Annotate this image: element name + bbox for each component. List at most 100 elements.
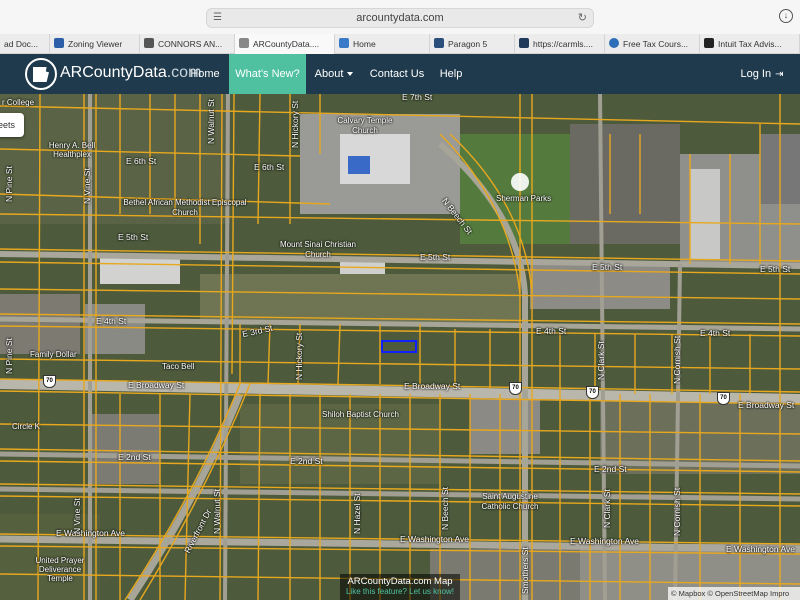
map-attribution[interactable]: © Mapbox © OpenStreetMap Impro [668,587,800,600]
place-label: Bethel African Methodist Episcopal Churc… [123,198,247,217]
route-70-shield-icon: 70 [43,375,56,388]
site-navbar: ARCountyData.com Home What's New? About … [0,54,800,94]
street-label: N Vine St [82,168,92,204]
street-label: E Washington Ave [56,528,125,538]
nav-about[interactable]: About [306,54,362,94]
street-label: N Hazel St [352,493,362,534]
street-label: N Hickory St [290,100,300,148]
street-label: E 5th St [760,264,791,274]
reload-icon[interactable]: ↻ [578,12,587,24]
place-label: Circle K [12,422,41,431]
tab-7[interactable]: Free Tax Cours... [605,34,700,54]
tab-label: ARCountyData.... [253,39,320,49]
place-label: United Prayer Deliverance Temple [35,556,85,583]
street-label: N Cornish St [672,335,682,384]
street-label: E Washington Ave [570,536,639,546]
login-label: Log In [740,68,772,80]
nav-label: Help [439,68,463,80]
place-label: Saint Augustine Catholic Church [481,492,539,511]
street-label: E 5th St [118,232,149,242]
chevron-down-icon [347,72,354,76]
nav-home[interactable]: Home [181,54,229,94]
feedback-link[interactable]: Like this feature? Let us know! [340,587,460,596]
street-label: E Washington Ave [400,534,469,544]
paragon-icon [434,38,444,48]
nav-label: Contact Us [369,68,425,80]
nav-whats-new[interactable]: What's New? [229,54,306,94]
address-url: arcountydata.com [356,12,444,24]
tab-6[interactable]: https://carmls.... [515,34,605,54]
home-tab-icon [339,38,349,48]
street-label: E 4th St [96,316,127,326]
route-70-shield-icon: 70 [586,386,599,399]
street-label: E 2nd St [594,464,627,474]
tab-label: CONNORS AN... [158,39,223,49]
parcel-map[interactable]: r College Henry A. Bell Healthplex Calva… [0,94,800,600]
street-label: E 2nd St [290,456,323,466]
street-label: N Beech St [440,487,450,530]
street-label: E Broadway St [738,400,795,410]
arcountydata-icon [239,38,249,48]
street-label: E 4th St [700,328,731,338]
connors-icon [144,38,154,48]
nav-contact[interactable]: Contact Us [362,54,432,94]
tab-label: Intuit Tax Advis... [718,39,782,49]
street-label: E 5th St [420,252,451,262]
street-label: E 5th St [592,262,623,272]
route-70-shield-icon: 70 [509,382,522,395]
place-label: r College [2,98,35,107]
street-label: E 7th St [402,94,433,102]
tab-label: Paragon 5 [448,39,488,49]
globe-icon [609,38,619,48]
route-70-shield-icon: 70 [717,392,730,405]
tab-label: Home [353,39,376,49]
nav-label: Home [190,68,220,80]
logo-part: Data [132,64,167,81]
login-icon: ⇥ [775,69,784,80]
zoning-viewer-icon [54,38,64,48]
tab-3[interactable]: ARCountyData.... [235,34,335,54]
selected-parcel-outline[interactable] [381,340,417,353]
login-button[interactable]: Log In ⇥ [732,54,792,94]
tab-2[interactable]: CONNORS AN... [140,34,235,54]
street-label: E Broadway St [404,381,461,391]
place-label: Sherman Parks [496,194,552,203]
place-label: Mount Sinai Christian Church [279,240,357,259]
map-footer-title: ARCountyData.com Map [347,576,453,587]
tab-label: Zoning Viewer [68,39,123,49]
street-label: N Pine St [4,166,14,202]
place-label: Taco Bell [162,362,195,371]
streets-layer-button[interactable]: eets [0,113,24,137]
street-label: Smothers St [520,547,530,594]
place-label: Shiloh Baptist Church [322,410,399,419]
arkansas-logo-icon[interactable] [25,58,57,90]
place-label: Henry A. Bell Healthplex [48,141,96,159]
map-footer: ARCountyData.com Map Like this feature? … [340,574,460,600]
tab-4[interactable]: Home [335,34,430,54]
street-label: E 6th St [126,156,157,166]
intuit-icon [704,38,714,48]
street-label: E Washington Ave [726,544,795,554]
tab-0[interactable]: ad Doc... [0,34,50,54]
tab-8[interactable]: Intuit Tax Advis... [700,34,800,54]
street-label: N Vine St [72,498,82,534]
tab-1[interactable]: Zoning Viewer [50,34,140,54]
tab-label: https://carmls.... [533,39,593,49]
address-bar[interactable]: ☰ arcountydata.com ↻ [206,8,594,28]
browser-toolbar: ☰ arcountydata.com ↻ ↓ [0,0,800,34]
street-label: E 6th St [254,162,285,172]
street-label: N Hickory St [294,332,304,380]
street-label: N Cornish St [672,487,682,536]
street-label: E 2nd St [118,452,151,462]
carmls-icon [519,38,529,48]
logo-part: ARCounty [60,64,133,81]
tab-5[interactable]: Paragon 5 [430,34,515,54]
street-label: E 4th St [536,326,567,336]
tab-label: ad Doc... [4,39,39,49]
street-label: N Clark St [596,341,606,380]
nav-help[interactable]: Help [432,54,470,94]
tab-bar: ad Doc... Zoning Viewer CONNORS AN... AR… [0,34,800,54]
place-label: Family Dollar [30,350,77,359]
download-icon[interactable]: ↓ [779,9,793,23]
tab-label: Free Tax Cours... [623,39,689,49]
